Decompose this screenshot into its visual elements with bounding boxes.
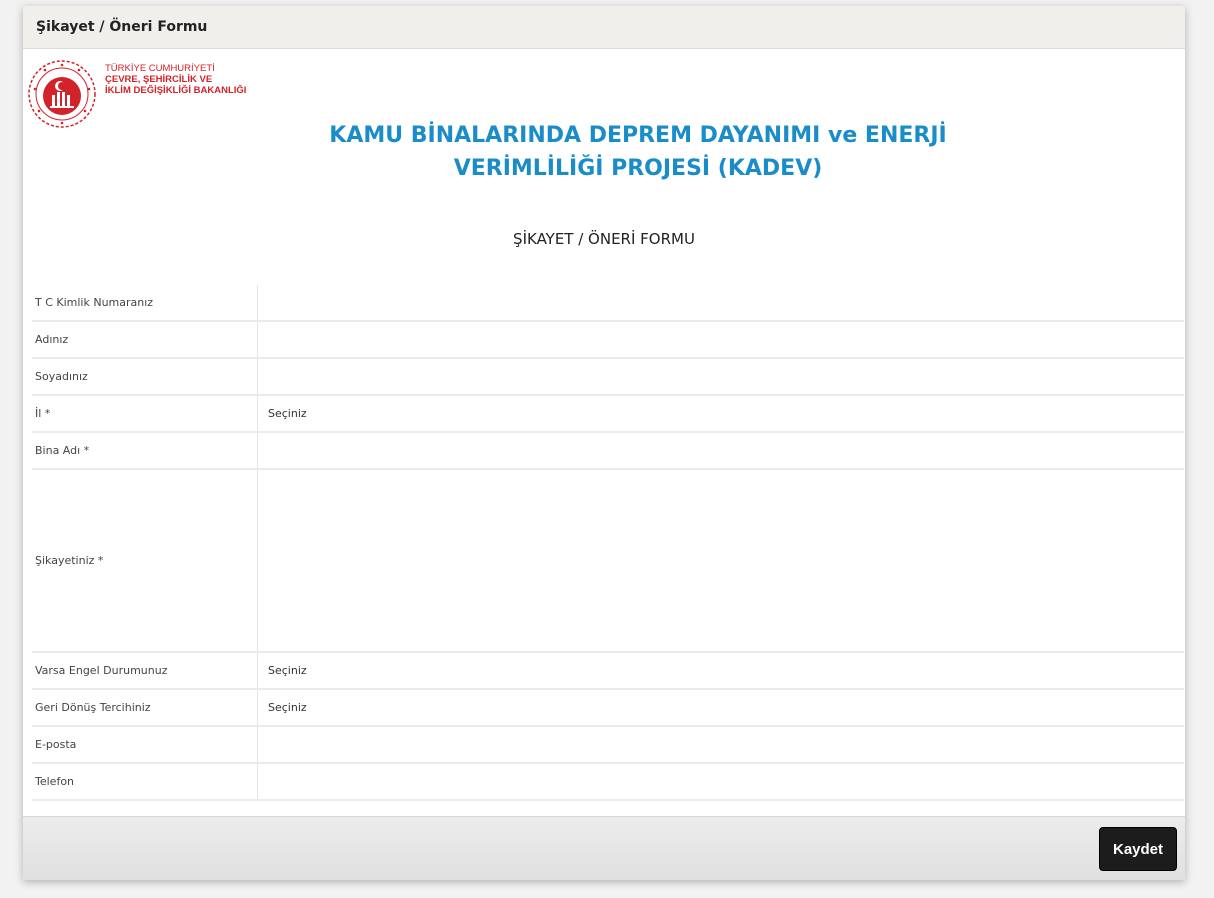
ministry-logo-icon — [28, 60, 96, 128]
engel-durumu-label: Varsa Engel Durumunuz — [32, 653, 258, 688]
engel-durumu-select[interactable]: Seçiniz — [258, 653, 1184, 688]
dialog-footer: Kaydet — [23, 816, 1185, 880]
geri-donus-select[interactable]: Seçiniz — [258, 690, 1184, 725]
bina-adi-input[interactable] — [258, 433, 1184, 468]
sikayetiniz-textarea[interactable] — [258, 470, 1184, 651]
form-row-adiniz: Adınız — [32, 322, 1184, 359]
form-fields: T C Kimlik Numaranız Adınız Soyadınız İl… — [32, 285, 1184, 801]
form-row-sikayetiniz: Şikayetiniz * — [32, 470, 1184, 653]
form-row-tc-kimlik: T C Kimlik Numaranız — [32, 285, 1184, 322]
form-row-geri-donus: Geri Dönüş Tercihiniz Seçiniz — [32, 690, 1184, 727]
dialog-title: Şikayet / Öneri Formu — [23, 6, 1185, 49]
tc-kimlik-label: T C Kimlik Numaranız — [32, 285, 258, 320]
form-header: TÜRKİYE CUMHURİYETİ ÇEVRE, ŞEHİRCİLİK VE… — [23, 49, 1185, 289]
eposta-label: E-posta — [32, 727, 258, 762]
bina-adi-label: Bina Adı * — [32, 433, 258, 468]
adiniz-input[interactable] — [258, 322, 1184, 357]
geri-donus-label: Geri Dönüş Tercihiniz — [32, 690, 258, 725]
form-row-il: İl * Seçiniz — [32, 396, 1184, 433]
il-label: İl * — [32, 396, 258, 431]
project-title-line-2: VERİMLİLİĞİ PROJESİ (KADEV) — [453, 156, 823, 181]
sikayetiniz-label: Şikayetiniz * — [32, 470, 258, 651]
form-row-bina-adi: Bina Adı * — [32, 433, 1184, 470]
soyadiniz-input[interactable] — [258, 359, 1184, 394]
tc-kimlik-input[interactable] — [258, 285, 1184, 320]
telefon-label: Telefon — [32, 764, 258, 799]
form-row-telefon: Telefon — [32, 764, 1184, 801]
form-row-engel-durumu: Varsa Engel Durumunuz Seçiniz — [32, 653, 1184, 690]
ministry-line-2: ÇEVRE, ŞEHİRCİLİK VE — [105, 74, 213, 85]
ministry-line-3: İKLİM DEĞİŞİKLİĞİ BAKANLIĞI — [105, 85, 247, 96]
soyadiniz-label: Soyadınız — [32, 359, 258, 394]
eposta-input[interactable] — [258, 727, 1184, 762]
form-row-eposta: E-posta — [32, 727, 1184, 764]
ministry-name: TÜRKİYE CUMHURİYETİ ÇEVRE, ŞEHİRCİLİK VE… — [105, 63, 246, 96]
form-row-soyadiniz: Soyadınız — [32, 359, 1184, 396]
ministry-line-1: TÜRKİYE CUMHURİYETİ — [105, 63, 215, 74]
adiniz-label: Adınız — [32, 322, 258, 357]
project-title-line-1: KAMU BİNALARINDA DEPREM DAYANIMI ve ENER… — [329, 123, 947, 148]
form-title: ŞİKAYET / ÖNERİ FORMU — [513, 230, 695, 248]
project-title: KAMU BİNALARINDA DEPREM DAYANIMI ve ENER… — [308, 119, 968, 185]
il-select[interactable]: Seçiniz — [258, 396, 1184, 431]
telefon-input[interactable] — [258, 764, 1184, 799]
save-button[interactable]: Kaydet — [1099, 827, 1177, 871]
complaint-form-dialog: Şikayet / Öneri Formu TÜRKİYE CUMHURİYET… — [23, 6, 1185, 880]
